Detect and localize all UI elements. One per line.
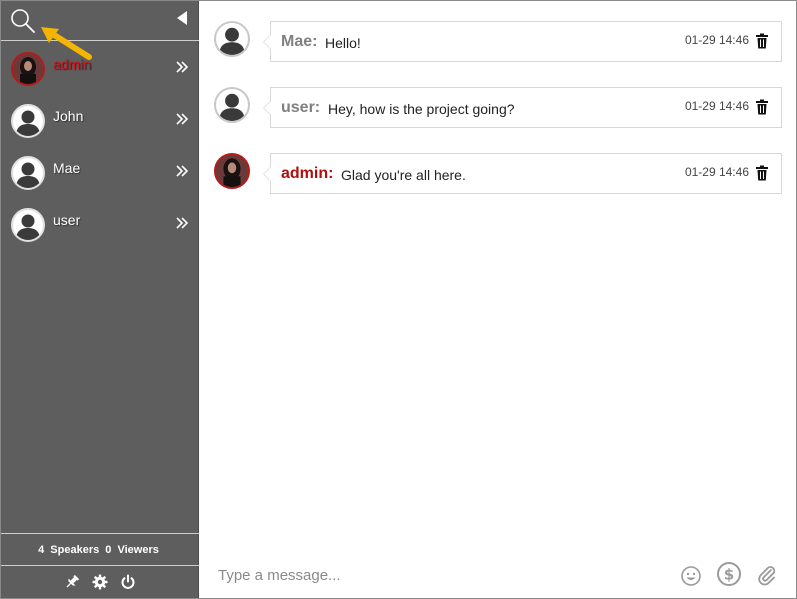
user-name: user: [53, 212, 81, 228]
default-user-icon: [219, 93, 245, 121]
user-item-mae[interactable]: Mae: [1, 146, 199, 198]
viewers-count: 0: [105, 544, 112, 556]
avatar: [11, 208, 45, 242]
admin-photo-icon: [13, 54, 43, 84]
admin-photo-icon: [216, 155, 248, 187]
sidebar: admin John Mae user 4 Speakers 0 Viewers: [1, 1, 199, 598]
avatar: [214, 153, 250, 189]
default-user-icon: [219, 27, 245, 55]
avatar: [11, 52, 45, 86]
default-user-icon: [16, 110, 40, 136]
collapse-arrow-icon[interactable]: [175, 10, 189, 26]
user-item-admin[interactable]: admin: [1, 42, 199, 94]
power-icon[interactable]: [120, 574, 136, 590]
message-input[interactable]: [218, 562, 658, 588]
user-name: admin: [53, 56, 92, 72]
message-text: Hello!: [325, 35, 361, 51]
svg-text:$: $: [724, 566, 734, 584]
message-item: admin: Glad you're all here. 01-29 14:46: [214, 153, 782, 195]
user-list: admin John Mae user: [1, 42, 199, 250]
paperclip-icon[interactable]: [756, 564, 778, 586]
viewers-label: Viewers: [117, 544, 159, 556]
participant-counts: 4 Speakers 0 Viewers: [1, 533, 199, 566]
emoji-icon[interactable]: [680, 565, 702, 587]
avatar: [214, 87, 250, 123]
dollar-icon[interactable]: $: [716, 561, 742, 587]
message-sender: user:: [281, 99, 321, 116]
message-bubble: user: Hey, how is the project going? 01-…: [263, 87, 782, 128]
speakers-label: Speakers: [50, 544, 100, 556]
default-user-icon: [16, 214, 40, 240]
user-name: Mae: [53, 160, 81, 176]
message-bubble: admin: Glad you're all here. 01-29 14:46: [263, 153, 782, 194]
user-item-user[interactable]: user: [1, 198, 199, 250]
user-name: John: [53, 108, 84, 124]
chat-app: admin John Mae user 4 Speakers 0 Viewers…: [0, 0, 797, 599]
speakers-count: 4: [38, 544, 45, 556]
message-composer: $: [200, 556, 796, 596]
avatar: [11, 156, 45, 190]
gear-icon[interactable]: [92, 574, 108, 590]
message-item: Mae: Hello! 01-29 14:46: [214, 21, 782, 63]
sidebar-header: [1, 1, 199, 41]
message-time: 01-29 14:46: [684, 99, 749, 113]
chat-main: Mae: Hello! 01-29 14:46 user: Hey, how i…: [200, 1, 796, 598]
chevron-double-right-icon[interactable]: [175, 112, 189, 126]
avatar: [11, 104, 45, 138]
message-sender: admin:: [281, 165, 334, 182]
search-icon[interactable]: [9, 7, 37, 35]
trash-icon[interactable]: [755, 165, 769, 181]
chevron-double-right-icon[interactable]: [175, 60, 189, 74]
message-bubble: Mae: Hello! 01-29 14:46: [263, 21, 782, 62]
trash-icon[interactable]: [755, 99, 769, 115]
chevron-double-right-icon[interactable]: [175, 164, 189, 178]
message-sender: Mae:: [281, 33, 318, 50]
default-user-icon: [16, 162, 40, 188]
message-item: user: Hey, how is the project going? 01-…: [214, 87, 782, 129]
message-text: Glad you're all here.: [341, 167, 466, 183]
message-text: Hey, how is the project going?: [328, 101, 515, 117]
message-time: 01-29 14:46: [684, 33, 749, 47]
chevron-double-right-icon[interactable]: [175, 216, 189, 230]
avatar: [214, 21, 250, 57]
message-time: 01-29 14:46: [684, 165, 749, 179]
pin-icon[interactable]: [64, 574, 80, 590]
sidebar-footer-toolbar: [1, 567, 199, 597]
trash-icon[interactable]: [755, 33, 769, 49]
user-item-john[interactable]: John: [1, 94, 199, 146]
